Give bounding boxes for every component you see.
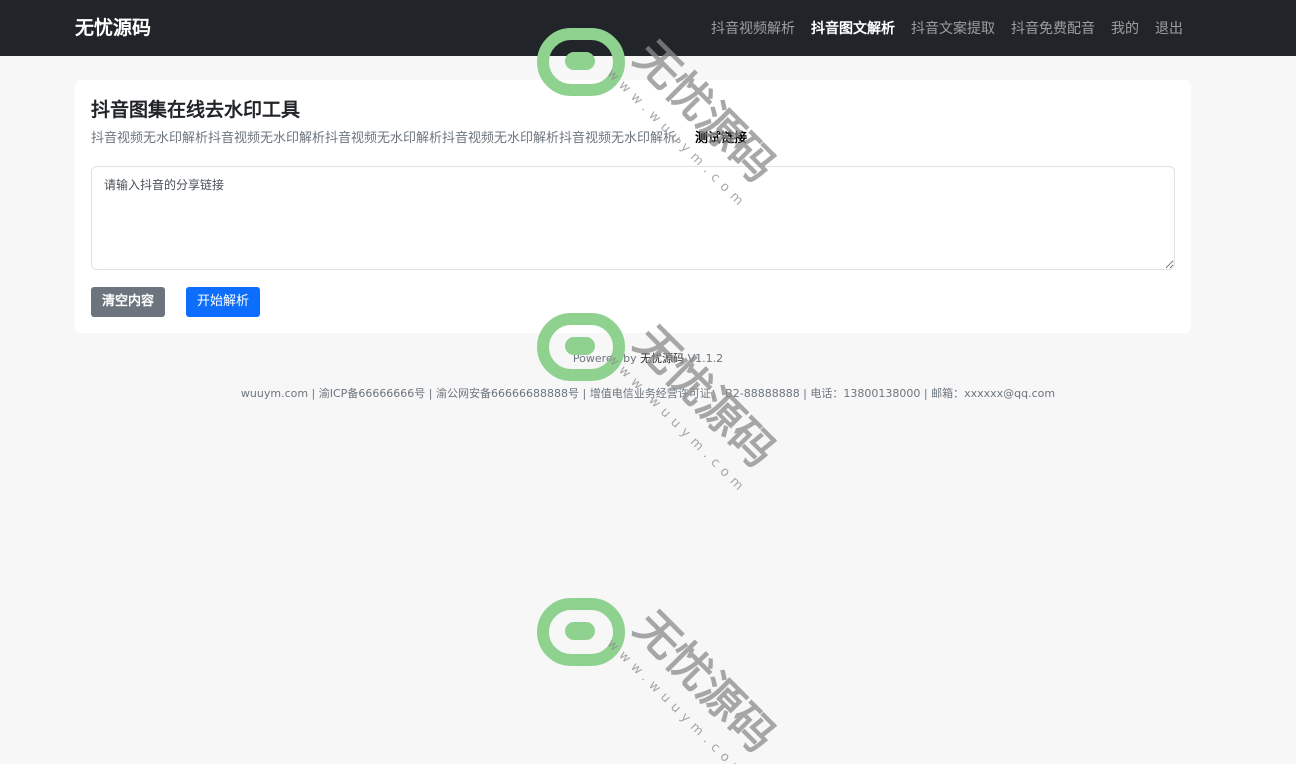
watermark-logo: 无忧源码 www.wuuym.com (537, 598, 777, 764)
powered-by: Powered by 无忧源码 V1.1.2 (0, 350, 1296, 366)
nav-item-image-parse[interactable]: 抖音图文解析 (811, 18, 895, 38)
powered-name[interactable]: 无忧源码 (640, 352, 684, 365)
svg-text:www.wuuym.com: www.wuuym.com (604, 351, 751, 498)
test-link[interactable]: 测试链接 (695, 131, 747, 146)
version-label: V1.1.2 (687, 352, 724, 365)
footer-info: wuuym.com | 渝ICP备66666666号 | 渝公网安备666666… (240, 387, 1056, 400)
description-text: 抖音视频无水印解析抖音视频无水印解析抖音视频无水印解析抖音视频无水印解析抖音视频… (91, 131, 690, 146)
nav-item-mine[interactable]: 我的 (1111, 18, 1139, 38)
svg-text:无忧源码: 无忧源码 (624, 602, 777, 763)
main-card: 抖音图集在线去水印工具 抖音视频无水印解析抖音视频无水印解析抖音视频无水印解析抖… (75, 80, 1191, 333)
page-title: 抖音图集在线去水印工具 (91, 99, 301, 121)
powered-prefix: Powered by (572, 352, 637, 365)
page-description: 抖音视频无水印解析抖音视频无水印解析抖音视频无水印解析抖音视频无水印解析抖音视频… (91, 130, 1171, 148)
brand-logo[interactable]: 无忧源码 (75, 14, 151, 42)
nav-item-free-dubbing[interactable]: 抖音免费配音 (1011, 18, 1095, 38)
top-navbar: 无忧源码 抖音视频解析 抖音图文解析 抖音文案提取 抖音免费配音 我的 退出 (0, 0, 1296, 56)
svg-text:www.wuuym.com: www.wuuym.com (604, 636, 751, 764)
nav-menu: 抖音视频解析 抖音图文解析 抖音文案提取 抖音免费配音 我的 退出 (711, 16, 1183, 40)
parse-button[interactable]: 开始解析 (186, 287, 260, 317)
share-link-input[interactable] (91, 166, 1175, 270)
clear-button[interactable]: 清空内容 (91, 287, 165, 317)
nav-item-copy-extract[interactable]: 抖音文案提取 (911, 18, 995, 38)
nav-item-video-parse[interactable]: 抖音视频解析 (711, 18, 795, 38)
nav-item-logout[interactable]: 退出 (1155, 18, 1183, 38)
watermark-logo: 无忧源码 www.wuuym.com (537, 313, 777, 498)
